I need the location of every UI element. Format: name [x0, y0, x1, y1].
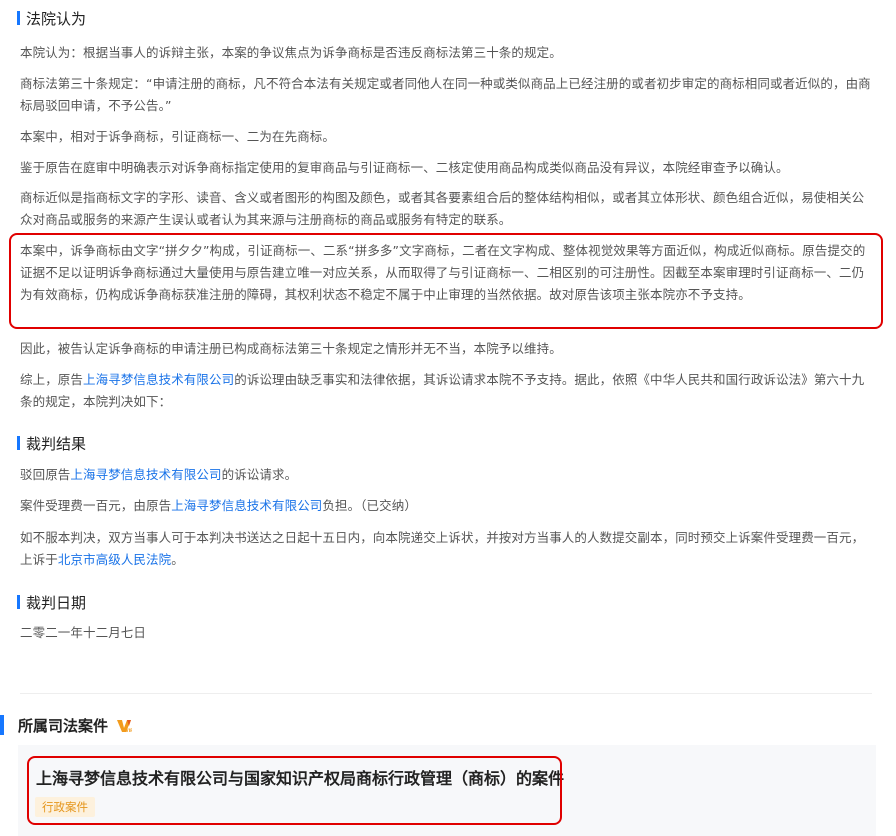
judgment-result-heading-label: 裁判结果: [26, 434, 87, 453]
related-cases-heading: 所属司法案件 VIP: [0, 714, 133, 736]
r1-text-after: 的诉讼请求。: [221, 467, 298, 482]
card-highlight-annotation-box: [27, 756, 562, 825]
court-opinion-heading: 法院认为: [17, 8, 86, 28]
court-opinion-p7: 因此，被告认定诉争商标的申请注册已构成商标法第三十条规定之情形并无不当，本院予以…: [20, 341, 562, 356]
court-opinion-p3: 本案中，相对于诉争商标，引证商标一、二为在先商标。: [20, 129, 336, 144]
r1-text-before: 驳回原告: [20, 467, 71, 482]
highlight-annotation-box: [9, 233, 883, 329]
heading-accent-bar: [0, 715, 4, 735]
section-divider: [20, 693, 872, 694]
r2-text-after: 负担。（已交纳）: [322, 498, 417, 513]
plaintiff-company-link[interactable]: 上海寻梦信息技术有限公司: [70, 467, 221, 482]
r3-text-after: 。: [171, 552, 184, 567]
related-cases-heading-label: 所属司法案件: [18, 716, 109, 735]
court-opinion-p5: 商标近似是指商标文字的字形、读音、含义或者图形的构图及颜色，或者其各要素组合后的…: [20, 190, 865, 227]
judgment-date-heading-label: 裁判日期: [26, 593, 87, 612]
plaintiff-company-link[interactable]: 上海寻梦信息技术有限公司: [171, 498, 322, 513]
judgment-result-heading: 裁判结果: [17, 433, 86, 453]
judgment-result-r2: 案件受理费一百元，由原告上海寻梦信息技术有限公司负担。（已交纳）: [20, 495, 876, 517]
judgment-date-heading: 裁判日期: [17, 592, 86, 612]
appeal-court-link[interactable]: 北京市高级人民法院: [58, 552, 171, 567]
heading-accent-bar: [17, 436, 20, 450]
judgment-date-value: 二零二一年十二月七日: [20, 625, 147, 640]
court-opinion-heading-label: 法院认为: [26, 9, 87, 28]
r2-text-before: 案件受理费一百元，由原告: [20, 498, 172, 513]
heading-accent-bar: [17, 595, 20, 609]
svg-text:VIP: VIP: [126, 728, 133, 733]
court-opinion-p1: 本院认为：根据当事人的诉辩主张，本案的争议焦点为诉争商标是否违反商标法第三十条的…: [20, 45, 562, 60]
judgment-result-r3: 如不服本判决，双方当事人可于本判决书送达之日起十五日内，向本院递交上诉状，并按对…: [20, 527, 876, 571]
court-opinion-p8: 综上，原告上海寻梦信息技术有限公司的诉讼理由缺乏事实和法律依据，其诉讼请求本院不…: [20, 369, 876, 413]
p8-text-before: 综上，原告: [20, 372, 84, 387]
judgment-result-r1: 驳回原告上海寻梦信息技术有限公司的诉讼请求。: [20, 464, 876, 486]
vip-badge-icon: VIP: [116, 717, 133, 733]
court-opinion-p4: 鉴于原告在庭审中明确表示对诉争商标指定使用的复审商品与引证商标一、二核定使用商品…: [20, 160, 789, 175]
plaintiff-company-link[interactable]: 上海寻梦信息技术有限公司: [83, 372, 234, 387]
court-opinion-p2: 商标法第三十条规定：“申请注册的商标，凡不符合本法有关规定或者同他人在同一种或类…: [20, 76, 871, 113]
heading-accent-bar: [17, 11, 20, 25]
